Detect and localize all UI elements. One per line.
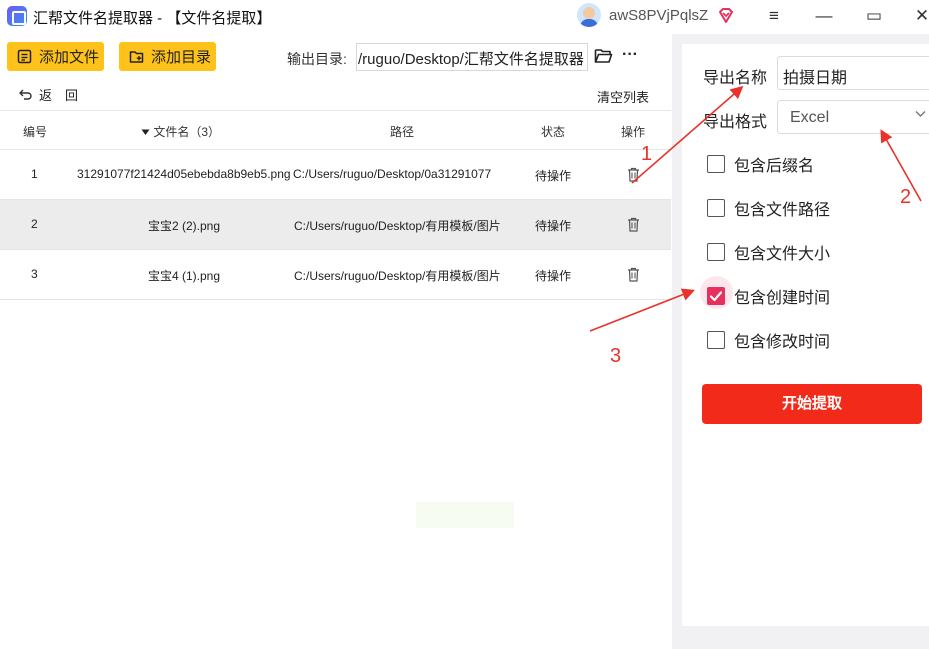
add-folder-icon	[129, 51, 144, 63]
row-path: C:/Users/ruguo/Desktop/有用模板/图片	[294, 219, 501, 233]
back-label: 返 回	[39, 88, 79, 103]
checkbox[interactable]	[707, 243, 725, 261]
clear-list-button[interactable]: 清空列表	[597, 87, 649, 106]
delete-icon[interactable]	[627, 217, 640, 232]
user-avatar[interactable]	[577, 3, 601, 27]
table-row[interactable]: 2 宝宝2 (2).png C:/Users/ruguo/Desktop/有用模…	[0, 200, 671, 250]
annotation-label-2: 2	[900, 186, 912, 208]
checkbox[interactable]	[707, 331, 725, 349]
row-path: C:/Users/ruguo/Desktop/有用模板/图片	[294, 269, 501, 283]
start-extract-button[interactable]: 开始提取	[702, 384, 922, 424]
option-include-extension[interactable]: 包含后缀名	[707, 152, 814, 176]
vip-diamond-icon[interactable]	[716, 6, 736, 26]
add-directory-label: 添加目录	[151, 49, 212, 66]
username[interactable]: awS8PVjPqlsZ	[609, 7, 708, 24]
column-path-header: 路径	[390, 125, 415, 139]
row-filename: 宝宝4 (1).png	[148, 269, 221, 283]
empty-area-placeholder	[416, 502, 514, 528]
column-action-header: 操作	[621, 125, 646, 139]
back-button[interactable]: 返 回	[18, 85, 78, 104]
menu-icon[interactable]: ≡	[760, 4, 788, 28]
sort-down-icon	[141, 129, 150, 135]
option-label: 包含修改时间	[734, 334, 831, 351]
add-file-icon	[17, 49, 32, 64]
option-include-size[interactable]: 包含文件大小	[707, 240, 830, 264]
delete-icon[interactable]	[627, 167, 640, 182]
output-directory-label: 输出目录:	[287, 51, 347, 67]
add-directory-button[interactable]: 添加目录	[119, 42, 216, 71]
column-status-header: 状态	[541, 125, 566, 139]
checkmark-icon	[709, 290, 722, 301]
export-name-label: 导出名称	[703, 70, 768, 87]
table-header: 编号 文件名（3） 路径 状态 操作	[0, 110, 671, 150]
add-file-button[interactable]: 添加文件	[7, 42, 104, 71]
row-status: 待操作	[535, 219, 572, 233]
export-format-label: 导出格式	[703, 114, 768, 131]
table-row[interactable]: 1 31291077f21424d05ebebda8b9eb5.png C:/U…	[0, 150, 671, 200]
maximize-button[interactable]: ▭	[860, 4, 888, 28]
row-filename: 31291077f21424d05ebebda8b9eb5.png	[77, 167, 291, 181]
annotation-label-3: 3	[610, 345, 622, 367]
row-path: C:/Users/ruguo/Desktop/0a31291077	[293, 167, 492, 181]
add-file-label: 添加文件	[39, 49, 100, 66]
annotation-label-1: 1	[641, 143, 653, 165]
back-arrow-icon	[19, 89, 32, 100]
column-filename-label: 文件名（3）	[153, 125, 221, 139]
option-include-modified-time[interactable]: 包含修改时间	[707, 328, 830, 352]
export-format-select[interactable]: Excel	[777, 100, 929, 134]
option-label: 包含创建时间	[734, 290, 831, 307]
more-options-icon[interactable]: ···	[622, 46, 638, 64]
app-logo-icon	[7, 6, 27, 26]
row-status: 待操作	[535, 269, 572, 283]
option-label: 包含后缀名	[734, 158, 815, 175]
checkbox[interactable]	[707, 199, 725, 217]
minimize-button[interactable]: —	[810, 4, 838, 28]
output-directory-field[interactable]: /ruguo/Desktop/汇帮文件名提取器	[356, 43, 588, 71]
window-title: 汇帮文件名提取器 - 【文件名提取】	[33, 10, 272, 27]
folder-open-icon[interactable]	[594, 48, 613, 64]
checkbox-checked[interactable]	[707, 287, 725, 305]
row-filename: 宝宝2 (2).png	[148, 219, 221, 233]
row-index: 2	[31, 217, 38, 231]
row-index: 1	[31, 167, 38, 181]
row-index: 3	[31, 267, 38, 281]
export-name-input[interactable]: 拍摄日期	[777, 56, 929, 90]
option-label: 包含文件路径	[734, 202, 831, 219]
table-row[interactable]: 3 宝宝4 (1).png C:/Users/ruguo/Desktop/有用模…	[0, 250, 671, 300]
row-status: 待操作	[535, 169, 572, 183]
option-label: 包含文件大小	[734, 246, 831, 263]
column-filename-header[interactable]: 文件名（3）	[141, 123, 220, 140]
close-button[interactable]: ✕	[908, 4, 929, 28]
delete-icon[interactable]	[627, 267, 640, 282]
chevron-down-icon	[915, 111, 926, 117]
title-bar: 汇帮文件名提取器 - 【文件名提取】 awS8PVjPqlsZ ≡ — ▭ ✕	[0, 0, 929, 34]
column-index-header: 编号	[23, 125, 48, 139]
option-include-created-time[interactable]: 包含创建时间	[707, 284, 830, 308]
checkbox[interactable]	[707, 155, 725, 173]
option-include-path[interactable]: 包含文件路径	[707, 196, 830, 220]
